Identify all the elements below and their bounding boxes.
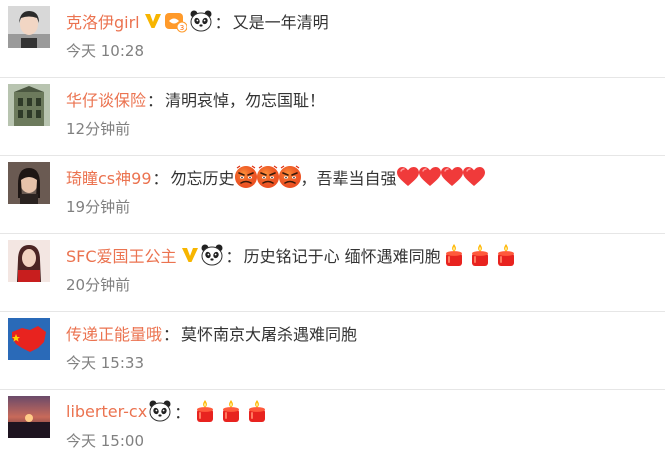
comment-text: 莫怀南京大屠杀遇难同胞	[181, 325, 358, 344]
angry-face-icon	[234, 165, 258, 189]
verified-v-icon	[181, 246, 199, 264]
timestamp: 12分钟前	[66, 120, 131, 138]
comment-item: 传递正能量哦 ： 莫怀南京大屠杀遇难同胞 今天 15:33	[0, 312, 665, 390]
angry-face-icon	[256, 165, 280, 189]
colon: ：	[174, 403, 191, 422]
username-link[interactable]: 克洛伊girl	[66, 9, 140, 33]
comment-item: SFC爱国王公主 ： 历史铭记于心 缅怀遇难同胞 20分钟前	[0, 234, 665, 312]
comment-text: ，吾辈当自强	[300, 169, 397, 188]
candle-icon	[494, 243, 518, 267]
username-link[interactable]: 传递正能量哦	[66, 321, 162, 345]
comment-item: 琦瞳cs神99 ： 勿忘历史 ，吾辈当自强 19分钟前	[0, 156, 665, 234]
panda-icon	[148, 399, 172, 423]
verified-v-icon	[144, 12, 162, 30]
timestamp: 今天 10:28	[66, 42, 144, 60]
avatar[interactable]	[8, 318, 50, 360]
comment-line: 传递正能量哦 ： 莫怀南京大屠杀遇难同胞	[66, 320, 357, 346]
username-link[interactable]: liberter-cx	[66, 402, 147, 421]
comment-text: 清明哀悼，勿忘国耻！	[165, 91, 326, 110]
panda-icon	[189, 9, 213, 33]
angry-face-icon	[278, 165, 302, 189]
comment-line: 克洛伊girl ： 又是一年清明	[66, 8, 329, 34]
username-link[interactable]: SFC爱国王公主	[66, 243, 177, 267]
candle-icon	[219, 399, 243, 423]
avatar[interactable]	[8, 84, 50, 126]
username-link[interactable]: 琦瞳cs神99	[66, 165, 152, 189]
comment-item: liberter-cx ： 今天 15:00	[0, 390, 665, 459]
colon: ：	[214, 13, 231, 32]
timestamp: 今天 15:33	[66, 354, 144, 372]
comment-item: 华仔谈保险 ： 清明哀悼，勿忘国耻！ 12分钟前	[0, 78, 665, 156]
heart-icon	[440, 165, 464, 189]
avatar[interactable]	[8, 396, 50, 438]
avatar[interactable]	[8, 6, 50, 48]
heart-icon	[396, 165, 420, 189]
fan-badge-icon[interactable]	[163, 9, 187, 33]
comment-line: SFC爱国王公主 ： 历史铭记于心 缅怀遇难同胞	[66, 242, 519, 268]
timestamp: 今天 15:00	[66, 432, 144, 450]
comment-text: 历史铭记于心 缅怀遇难同胞	[243, 247, 441, 266]
heart-icon	[418, 165, 442, 189]
comment-line: 华仔谈保险 ： 清明哀悼，勿忘国耻！	[66, 86, 325, 112]
comment-text: 勿忘历史	[170, 169, 235, 188]
comment-text: 又是一年清明	[232, 13, 329, 32]
avatar[interactable]	[8, 240, 50, 282]
panda-icon	[200, 243, 224, 267]
colon: ：	[147, 91, 164, 110]
comment-line: liberter-cx ：	[66, 398, 270, 424]
comment-line: 琦瞳cs神99 ： 勿忘历史 ，吾辈当自强	[66, 164, 485, 190]
timestamp: 20分钟前	[66, 276, 131, 294]
candle-icon	[442, 243, 466, 267]
avatar[interactable]	[8, 162, 50, 204]
colon: ：	[225, 247, 242, 266]
candle-icon	[468, 243, 492, 267]
timestamp: 19分钟前	[66, 198, 131, 216]
comment-item: 克洛伊girl ： 又是一年清明 今天 10:28	[0, 0, 665, 78]
candle-icon	[193, 399, 217, 423]
colon: ：	[152, 169, 169, 188]
candle-icon	[245, 399, 269, 423]
heart-icon	[462, 165, 486, 189]
username-link[interactable]: 华仔谈保险	[66, 87, 146, 111]
colon: ：	[163, 325, 180, 344]
